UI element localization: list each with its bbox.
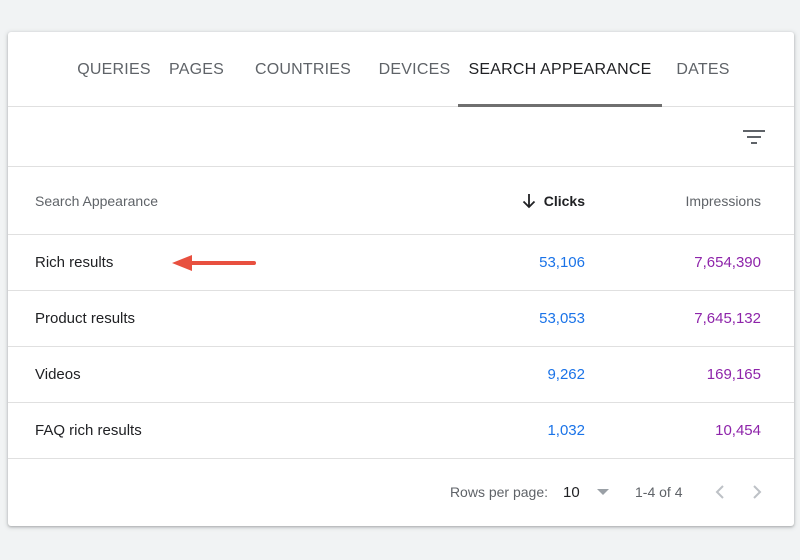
arrow-down-icon — [522, 193, 535, 209]
row-name: Videos — [35, 366, 81, 383]
row-impressions: 7,645,132 — [694, 310, 761, 327]
row-impressions: 169,165 — [706, 366, 761, 383]
table-row[interactable]: FAQ rich results 1,032 10,454 — [8, 403, 794, 459]
pagination: Rows per page: 10 1-4 of 4 — [8, 459, 794, 526]
performance-table-card: QUERIES PAGES COUNTRIES DEVICES SEARCH A… — [8, 32, 794, 526]
chevron-right-icon[interactable] — [745, 480, 769, 504]
column-header-clicks[interactable]: Clicks — [522, 167, 585, 235]
pagination-range: 1-4 of 4 — [635, 484, 683, 500]
table-header: Search Appearance Clicks Impressions — [8, 167, 794, 235]
dimension-tabs: QUERIES PAGES COUNTRIES DEVICES SEARCH A… — [8, 32, 794, 107]
tab-countries[interactable]: COUNTRIES — [246, 32, 360, 107]
row-impressions: 7,654,390 — [694, 254, 761, 271]
row-clicks: 53,106 — [539, 254, 585, 271]
filter-list-icon[interactable] — [742, 126, 766, 148]
tab-search-appearance[interactable]: SEARCH APPEARANCE — [458, 32, 662, 107]
column-header-impressions[interactable]: Impressions — [686, 167, 761, 235]
table-row[interactable]: Videos 9,262 169,165 — [8, 347, 794, 403]
row-impressions: 10,454 — [715, 422, 761, 439]
tab-pages[interactable]: PAGES — [163, 32, 230, 107]
tab-queries[interactable]: QUERIES — [70, 32, 158, 107]
tab-devices[interactable]: DEVICES — [368, 32, 461, 107]
row-name: FAQ rich results — [35, 422, 142, 439]
chevron-left-icon[interactable] — [708, 480, 732, 504]
row-clicks: 1,032 — [547, 422, 585, 439]
row-clicks: 9,262 — [547, 366, 585, 383]
table-row[interactable]: Product results 53,053 7,645,132 — [8, 291, 794, 347]
row-clicks: 53,053 — [539, 310, 585, 327]
column-header-clicks-label: Clicks — [543, 193, 585, 209]
table-row[interactable]: Rich results 53,106 7,654,390 — [8, 235, 794, 291]
tab-dates[interactable]: DATES — [670, 32, 736, 107]
filter-bar — [8, 107, 794, 167]
row-name: Rich results — [35, 254, 114, 271]
row-name: Product results — [35, 310, 136, 327]
rows-per-page-label: Rows per page: — [449, 484, 548, 500]
column-header-search-appearance[interactable]: Search Appearance — [35, 167, 158, 235]
dropdown-arrow-icon[interactable] — [596, 487, 610, 497]
rows-per-page-select[interactable]: 10 — [563, 459, 580, 526]
red-arrow-icon — [172, 255, 256, 271]
